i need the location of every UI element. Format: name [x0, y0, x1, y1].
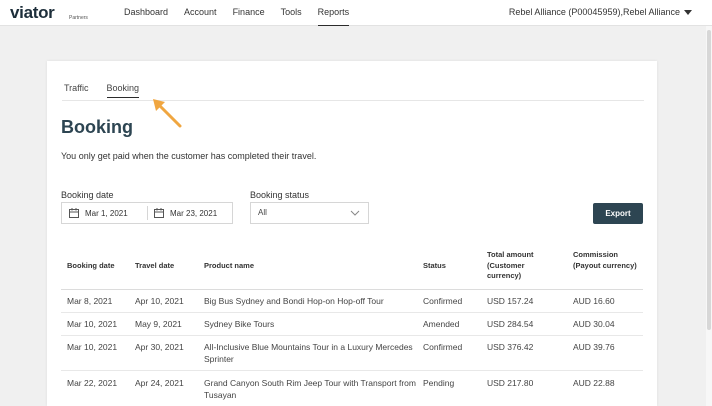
tab-booking[interactable]: Booking — [106, 83, 140, 98]
row4-booking-date: Mar 22, 2021 — [67, 378, 118, 388]
row3-travel-date: Apr 30, 2021 — [135, 342, 184, 352]
account-switcher[interactable]: Rebel Alliance (P00045959),Rebel Allianc… — [509, 0, 692, 25]
row2-travel-date: May 9, 2021 — [135, 319, 182, 329]
row-divider — [61, 370, 643, 371]
table-header-divider — [61, 289, 643, 290]
row2-commission: AUD 30.04 — [573, 319, 615, 329]
row1-travel-date: Apr 10, 2021 — [135, 296, 184, 306]
row3-product-name[interactable]: All-Inclusive Blue Mountains Tour in a L… — [204, 341, 416, 365]
tab-traffic[interactable]: Traffic — [64, 83, 89, 98]
end-date-value: Mar 23, 2021 — [170, 208, 218, 218]
row3-status: Confirmed — [423, 342, 463, 352]
end-date-picker[interactable]: Mar 23, 2021 — [154, 203, 217, 223]
row3-commission: AUD 39.76 — [573, 342, 615, 352]
row3-total: USD 376.42 — [487, 342, 534, 352]
col-status[interactable]: Status — [423, 261, 483, 272]
booking-status-select[interactable]: All — [250, 202, 369, 224]
col-total-amount[interactable]: Total amount (Customer currency) — [487, 250, 555, 282]
col-booking-date[interactable]: Booking date — [67, 261, 132, 272]
page-subtitle: You only get paid when the customer has … — [61, 151, 317, 161]
calendar-icon — [69, 208, 79, 218]
nav-account[interactable]: Account — [184, 0, 217, 26]
row4-total: USD 217.80 — [487, 378, 534, 388]
booking-date-label: Booking date — [61, 190, 114, 200]
row2-booking-date: Mar 10, 2021 — [67, 319, 118, 329]
row1-total: USD 157.24 — [487, 296, 534, 306]
main-nav: Dashboard Account Finance Tools Reports — [124, 0, 365, 26]
start-date-value: Mar 1, 2021 — [85, 208, 128, 218]
booking-status-label: Booking status — [250, 190, 310, 200]
row2-status: Amended — [423, 319, 460, 329]
row-divider — [61, 312, 643, 313]
row-divider — [61, 335, 643, 336]
col-commission[interactable]: Commission (Payout currency) — [573, 250, 641, 271]
export-button[interactable]: Export — [593, 203, 643, 224]
row1-product-name[interactable]: Big Bus Sydney and Bondi Hop-on Hop-off … — [204, 295, 416, 307]
calendar-icon — [154, 208, 164, 218]
page-title: Booking — [61, 117, 133, 137]
row4-status: Pending — [423, 378, 455, 388]
row4-travel-date: Apr 24, 2021 — [135, 378, 184, 388]
booking-date-range: Mar 1, 2021 Mar 23, 2021 — [61, 202, 233, 224]
date-separator — [147, 206, 148, 220]
account-name: Rebel Alliance (P00045959),Rebel Allianc… — [508, 7, 680, 17]
row1-status: Confirmed — [423, 296, 463, 306]
row1-booking-date: Mar 8, 2021 — [67, 296, 113, 306]
booking-status-value: All — [258, 208, 267, 217]
col-product-name[interactable]: Product name — [204, 261, 404, 272]
nav-dashboard[interactable]: Dashboard — [124, 0, 168, 26]
viator-logo[interactable]: viator — [10, 3, 55, 23]
row4-product-name[interactable]: Grand Canyon South Rim Jeep Tour with Tr… — [204, 377, 416, 401]
row3-booking-date: Mar 10, 2021 — [67, 342, 118, 352]
logo-subtitle: Partners — [69, 15, 88, 21]
row2-total: USD 284.54 — [487, 319, 534, 329]
row2-product-name[interactable]: Sydney Bike Tours — [204, 318, 416, 330]
row4-commission: AUD 22.88 — [573, 378, 615, 388]
col-travel-date[interactable]: Travel date — [135, 261, 200, 272]
nav-reports[interactable]: Reports — [317, 0, 350, 26]
caret-down-icon — [684, 10, 692, 15]
report-tabs: Traffic Booking — [64, 83, 157, 98]
start-date-picker[interactable]: Mar 1, 2021 — [69, 203, 128, 223]
row1-commission: AUD 16.60 — [573, 296, 615, 306]
nav-finance[interactable]: Finance — [233, 0, 265, 26]
scrollbar-thumb[interactable] — [707, 30, 711, 330]
chevron-down-icon — [350, 210, 360, 216]
nav-tools[interactable]: Tools — [281, 0, 302, 26]
pointer-arrow-icon — [153, 99, 182, 128]
top-nav-bar: viator Partners Dashboard Account Financ… — [0, 0, 712, 26]
